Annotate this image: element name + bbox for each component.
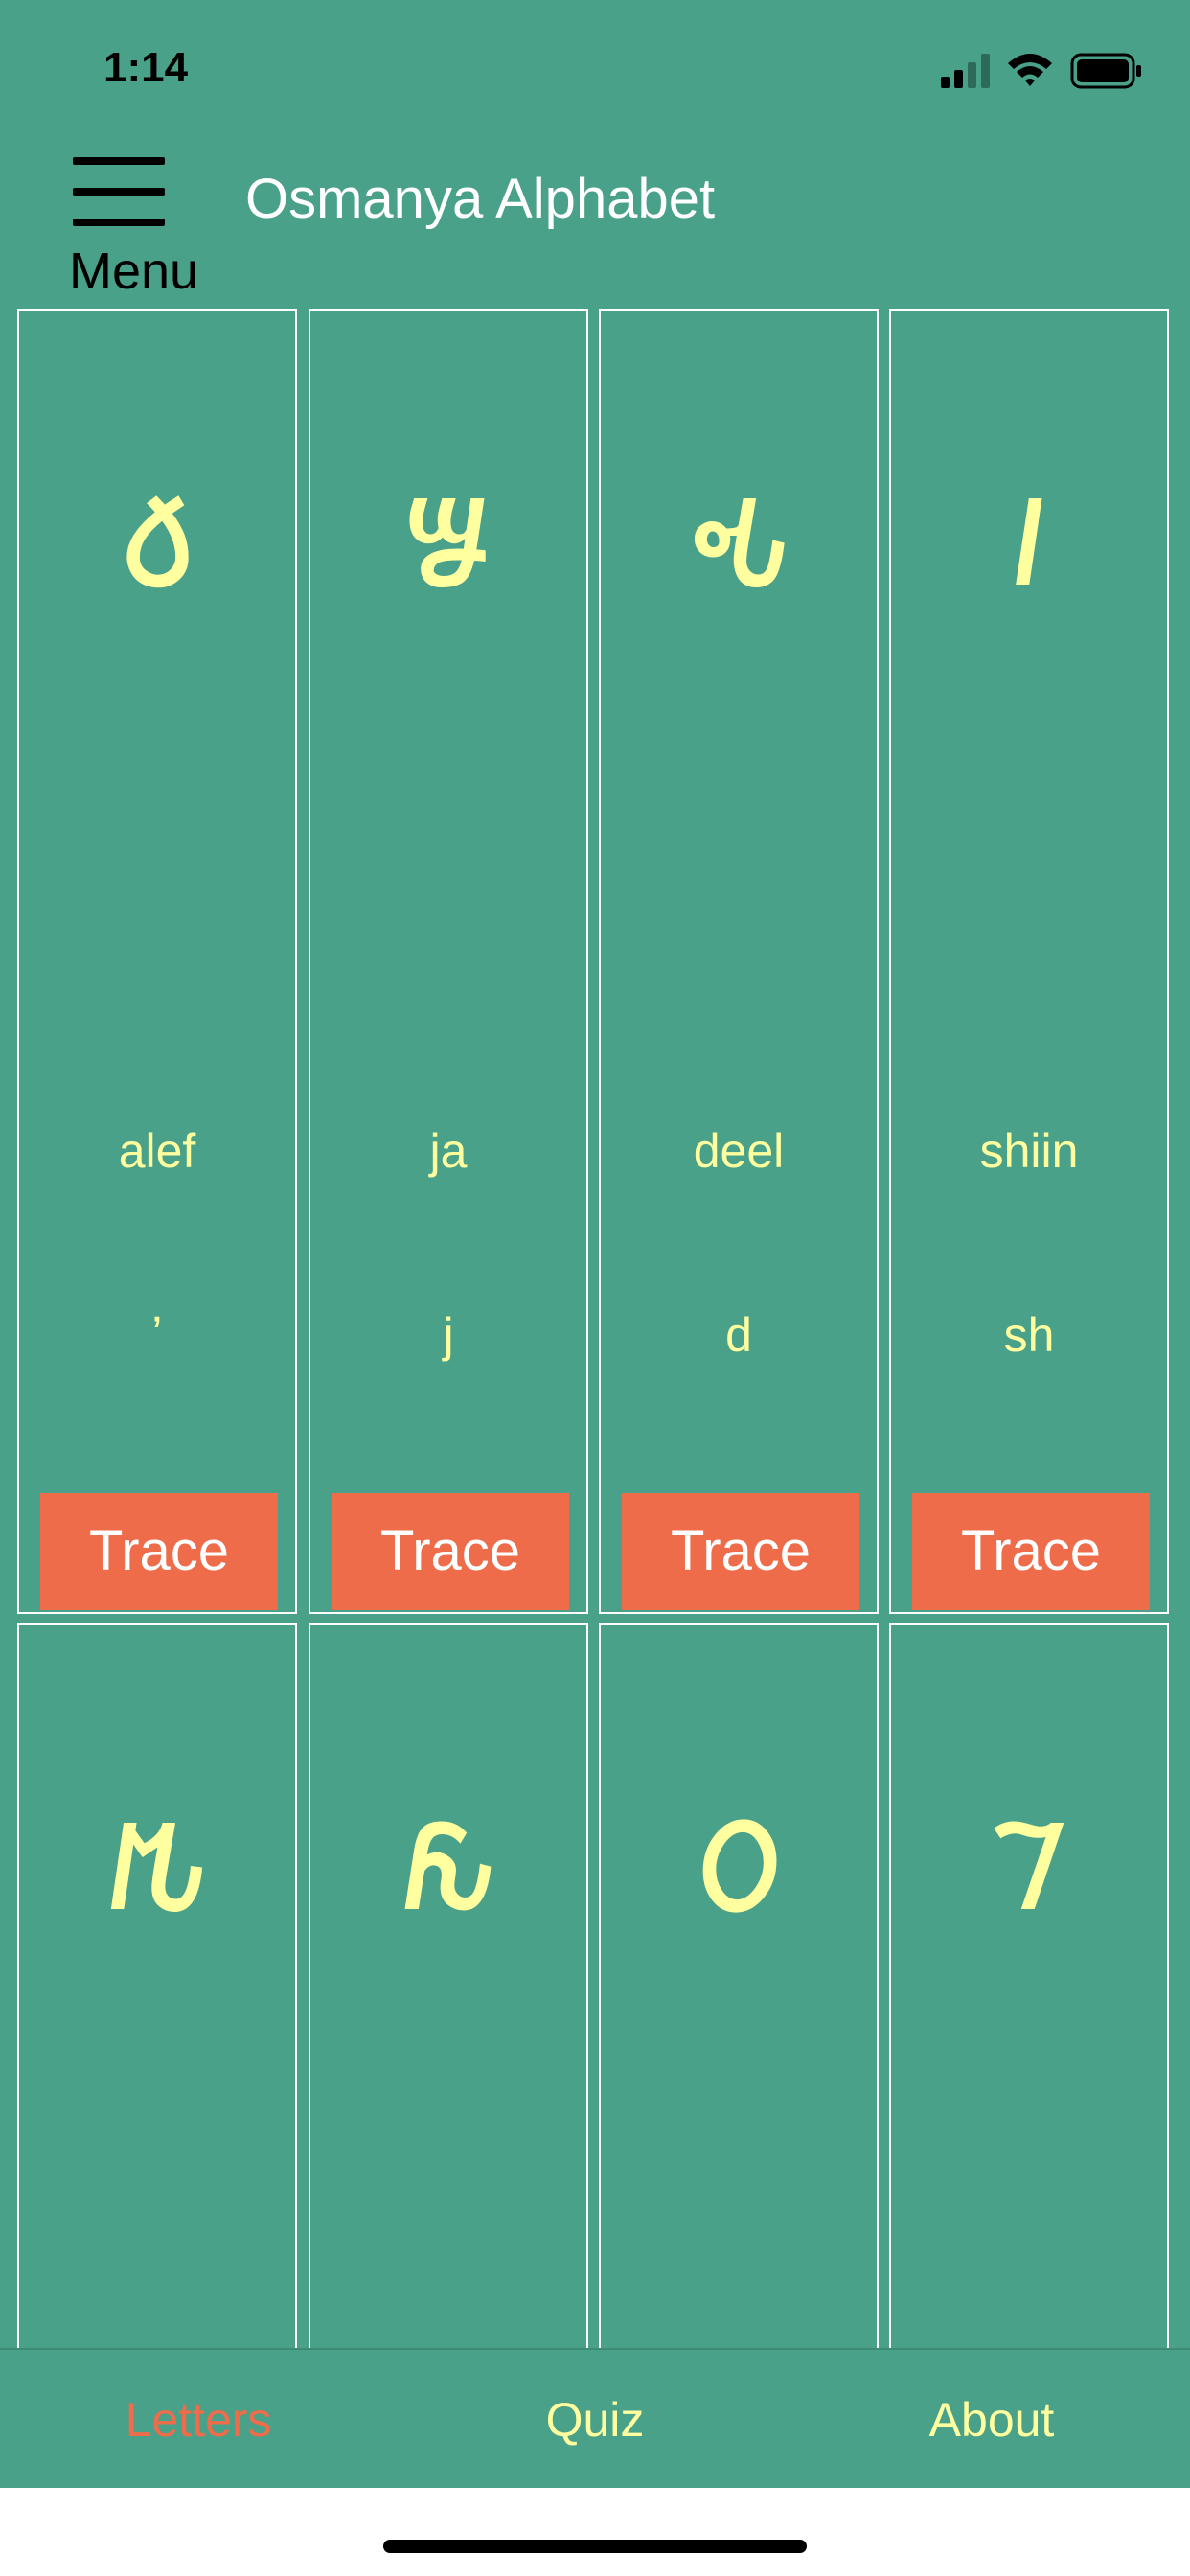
- letter-transliteration: sh: [1003, 1308, 1055, 1362]
- letter-transliteration: j: [443, 1308, 454, 1362]
- menu-button[interactable]: Menu: [59, 144, 222, 300]
- letter-card[interactable]: 𐒆: [599, 1623, 879, 2348]
- letter-glyph: 𐒃: [1007, 452, 1051, 619]
- menu-label: Menu: [69, 242, 199, 300]
- tab-letters[interactable]: Letters: [0, 2350, 397, 2490]
- letter-glyph: 𐒇: [987, 1777, 1071, 1944]
- tab-about[interactable]: About: [793, 2350, 1190, 2490]
- home-indicator[interactable]: [383, 2540, 807, 2553]
- trace-button[interactable]: Trace: [912, 1493, 1150, 1610]
- wifi-icon: [1008, 54, 1052, 86]
- letter-card[interactable]: 𐒁 ja j Trace: [309, 309, 588, 1614]
- home-area: [0, 2488, 1190, 2576]
- letter-card[interactable]: 𐒄: [17, 1623, 297, 2348]
- status-time: 1:14: [103, 44, 189, 91]
- letter-glyph: 𐒄: [103, 1777, 212, 1944]
- letter-name: alef: [118, 1124, 196, 1178]
- header: Menu Osmanya Alphabet: [0, 134, 1190, 307]
- trace-button[interactable]: Trace: [622, 1493, 859, 1610]
- letter-name: shiin: [979, 1124, 1079, 1178]
- letter-glyph: 𐒆: [691, 1777, 787, 1944]
- letter-glyph: 𐒁: [400, 452, 496, 619]
- battery-icon: [1070, 53, 1141, 89]
- hamburger-menu-icon: [73, 157, 165, 226]
- signal-icon: [941, 54, 990, 88]
- letter-card[interactable]: 𐒂 deel d Trace: [599, 309, 879, 1614]
- tab-bar: Letters Quiz About: [0, 2348, 1190, 2490]
- letter-transliteration: d: [725, 1308, 752, 1362]
- status-bar: 1:14: [0, 0, 1190, 134]
- status-icons: [941, 50, 1142, 96]
- letter-card[interactable]: 𐒃 shiin sh Trace: [889, 309, 1169, 1614]
- letter-transliteration: ʼ: [151, 1308, 163, 1362]
- letter-card[interactable]: 𐒀 alef ʼ Trace: [17, 309, 297, 1614]
- letter-glyph: 𐒅: [397, 1777, 500, 1944]
- letter-name: ja: [429, 1124, 468, 1178]
- page-title: Osmanya Alphabet: [245, 168, 716, 230]
- letter-name: deel: [693, 1124, 785, 1178]
- letter-card[interactable]: 𐒇: [889, 1623, 1169, 2348]
- trace-button[interactable]: Trace: [332, 1493, 569, 1610]
- tab-quiz[interactable]: Quiz: [397, 2350, 793, 2490]
- letter-card[interactable]: 𐒅: [309, 1623, 588, 2348]
- letters-grid: 𐒀 alef ʼ Trace 𐒁 ja j Trace 𐒂 deel d Tra…: [17, 309, 1173, 2348]
- letter-glyph: 𐒀: [116, 452, 198, 619]
- trace-button[interactable]: Trace: [40, 1493, 278, 1610]
- letter-glyph: 𐒂: [683, 452, 793, 619]
